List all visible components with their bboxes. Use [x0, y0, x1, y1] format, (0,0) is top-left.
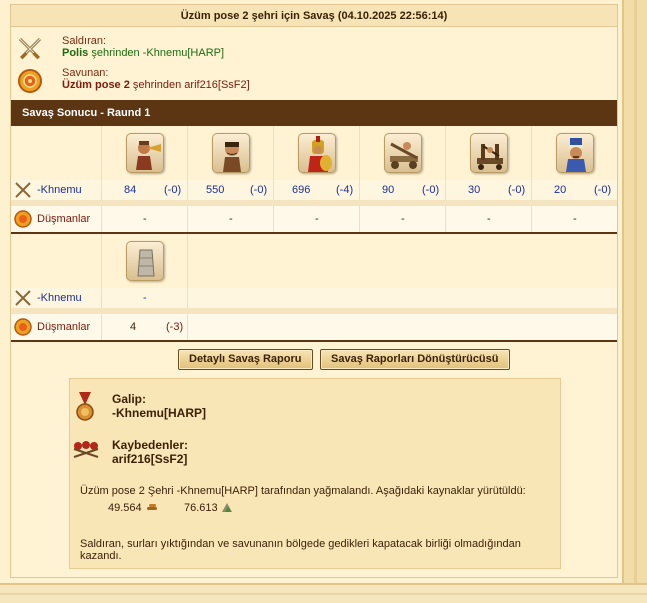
enemy-count: - — [401, 213, 405, 225]
wood-resource-amount: 49.564 — [108, 502, 142, 514]
round-header: Savaş Sonucu - Raund 1 — [11, 100, 617, 126]
defender-city: Üzüm pose 2 — [62, 79, 130, 91]
attacker-player-link[interactable]: -Khnemu — [37, 184, 82, 196]
attacker-city: Polis — [62, 47, 89, 59]
hoplite-unit-icon[interactable] — [297, 133, 336, 173]
crossed-swords-icon — [15, 182, 31, 198]
unit-loss: (-0) — [422, 184, 440, 196]
report-title: Üzüm pose 2 şehri için Savaş (04.10.2025… — [11, 5, 617, 27]
unit-loss: (-0) — [508, 184, 526, 196]
attacker-defense-row: -Khnemu - — [11, 288, 617, 308]
defender-player: şehrinden arif216[SsF2] — [129, 79, 250, 91]
victory-reason: Saldıran, surları yıktığından ve savunan… — [80, 538, 521, 562]
unit-loss: (-4) — [336, 184, 354, 196]
shield-icon — [18, 69, 42, 93]
wall-unit-icon[interactable] — [125, 241, 164, 281]
unit-count: 84 — [124, 184, 137, 196]
enemy-count: - — [143, 213, 147, 225]
attacker-role-label: Saldıran: — [62, 35, 107, 47]
defender-label: Düşmanlar — [37, 213, 91, 225]
ballista-unit-icon[interactable] — [383, 133, 422, 173]
defender-role-label: Savunan: — [62, 67, 109, 79]
losers-name: arif216[SsF2] — [112, 452, 188, 466]
medal-icon — [76, 392, 94, 421]
defender-defense-row: Düşmanlar 4 (-3) — [11, 314, 617, 340]
detailed-report-button[interactable]: Detaylı Savaş Raporu — [178, 349, 313, 370]
defender-info: Savunan: Üzüm pose 2 şehrinden arif216[S… — [16, 67, 316, 97]
shield-icon — [14, 210, 32, 228]
plunder-text: Üzüm pose 2 Şehri -Khnemu[HARP] tarafınd… — [80, 485, 526, 497]
attacker-info: Saldıran: Polis şehrinden -Khnemu[HARP] — [16, 35, 316, 65]
shield-icon — [14, 318, 32, 336]
window-frame-bottom — [0, 583, 647, 603]
unit-icons-row — [11, 126, 617, 180]
catapult-unit-icon[interactable] — [469, 133, 508, 173]
marble-resource-icon — [222, 503, 232, 512]
marble-resource-amount: 76.613 — [184, 502, 218, 514]
attacker-wall-count: - — [143, 292, 147, 304]
unit-loss: (-0) — [164, 184, 182, 196]
defender-units-row: Düşmanlar - - - - - - — [11, 206, 617, 232]
crossed-swords-icon — [18, 37, 42, 60]
wood-resource-icon — [147, 504, 157, 510]
wall-count: 4 — [130, 321, 137, 333]
unit-count: 90 — [382, 184, 395, 196]
section-divider — [11, 340, 617, 342]
unit-count: 30 — [468, 184, 481, 196]
winner-label: Galip: — [112, 392, 147, 406]
attacker-description: Polis şehrinden -Khnemu[HARP] — [62, 47, 224, 59]
unit-count: 696 — [292, 184, 311, 196]
attacker-player-link[interactable]: -Khnemu — [37, 292, 82, 304]
enemy-count: - — [315, 213, 319, 225]
winner-name: -Khnemu[HARP] — [112, 406, 206, 420]
enemy-count: - — [573, 213, 577, 225]
defense-icons-row — [11, 234, 617, 288]
battle-report-panel: Üzüm pose 2 şehri için Savaş (04.10.2025… — [10, 4, 618, 578]
fallen-soldiers-icon — [73, 441, 99, 458]
unit-loss: (-0) — [250, 184, 268, 196]
defender-label: Düşmanlar — [37, 321, 91, 333]
losers-label: Kaybedenler: — [112, 438, 189, 452]
enemy-count: - — [229, 213, 233, 225]
unit-count: 20 — [554, 184, 567, 196]
defender-description: Üzüm pose 2 şehrinden arif216[SsF2] — [62, 79, 250, 91]
chef-unit-icon[interactable] — [555, 133, 594, 173]
trumpeter-unit-icon[interactable] — [125, 133, 164, 173]
unit-loss: (-0) — [594, 184, 612, 196]
report-converter-button[interactable]: Savaş Raporları Dönüştürücüsü — [320, 349, 510, 370]
unit-count: 550 — [206, 184, 225, 196]
attacker-player: şehrinden -Khnemu[HARP] — [88, 47, 225, 59]
crossed-swords-icon — [15, 290, 31, 306]
attacker-units-row: -Khnemu 84 (-0) 550 (-0) 696 (-4) 90 (-0) 30… — [11, 180, 617, 200]
battle-summary: Galip: -Khnemu[HARP] Kaybedenler: arif21… — [69, 378, 561, 569]
window-frame-right — [622, 0, 647, 603]
slinger-unit-icon[interactable] — [211, 133, 250, 173]
wall-loss: (-3) — [166, 321, 184, 333]
enemy-count: - — [487, 213, 491, 225]
